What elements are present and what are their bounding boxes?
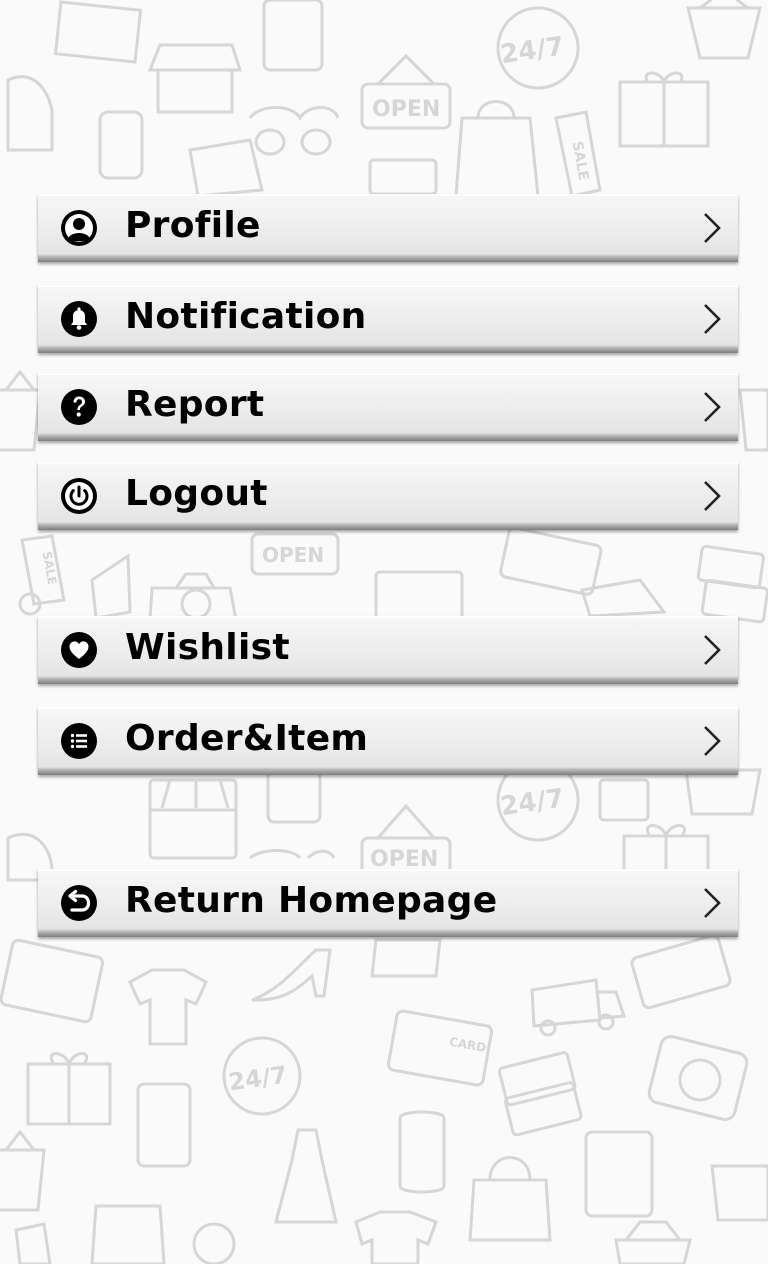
list-icon (60, 722, 98, 760)
sign-24-7-top: 24/7 (499, 32, 566, 71)
order-item-button[interactable]: Order&Item (38, 707, 738, 775)
logout-label: Logout (125, 473, 268, 514)
wishlist-label: Wishlist (125, 627, 290, 668)
sign-24-7-bottom: 24/7 (227, 1061, 289, 1097)
logout-button[interactable]: Logout (38, 462, 738, 530)
user-icon (60, 209, 98, 247)
notification-label: Notification (125, 296, 367, 337)
power-icon (60, 477, 98, 515)
wishlist-button[interactable]: Wishlist (38, 616, 738, 684)
sign-open-mid: OPEN (262, 543, 324, 567)
chevron-right-icon (702, 886, 722, 920)
return-homepage-button[interactable]: Return Homepage (38, 869, 738, 937)
profile-button[interactable]: Profile (38, 194, 738, 262)
sign-card: CARD (448, 1035, 487, 1055)
return-homepage-label: Return Homepage (125, 880, 498, 921)
report-button[interactable]: Report (38, 373, 738, 441)
bell-icon (60, 300, 98, 338)
chevron-right-icon (702, 633, 722, 667)
sign-sale-top: SALE (569, 140, 592, 182)
return-icon (60, 884, 98, 922)
profile-label: Profile (125, 205, 261, 246)
sign-24-7-mid: 24/7 (499, 784, 566, 823)
chevron-right-icon (702, 211, 722, 245)
chevron-right-icon (702, 479, 722, 513)
chevron-right-icon (702, 302, 722, 336)
report-label: Report (125, 384, 265, 425)
heart-icon (60, 631, 98, 669)
chevron-right-icon (702, 390, 722, 424)
chevron-right-icon (702, 724, 722, 758)
question-icon (60, 388, 98, 426)
notification-button[interactable]: Notification (38, 285, 738, 353)
order-item-label: Order&Item (125, 718, 369, 759)
sign-open-top: OPEN (372, 97, 440, 122)
